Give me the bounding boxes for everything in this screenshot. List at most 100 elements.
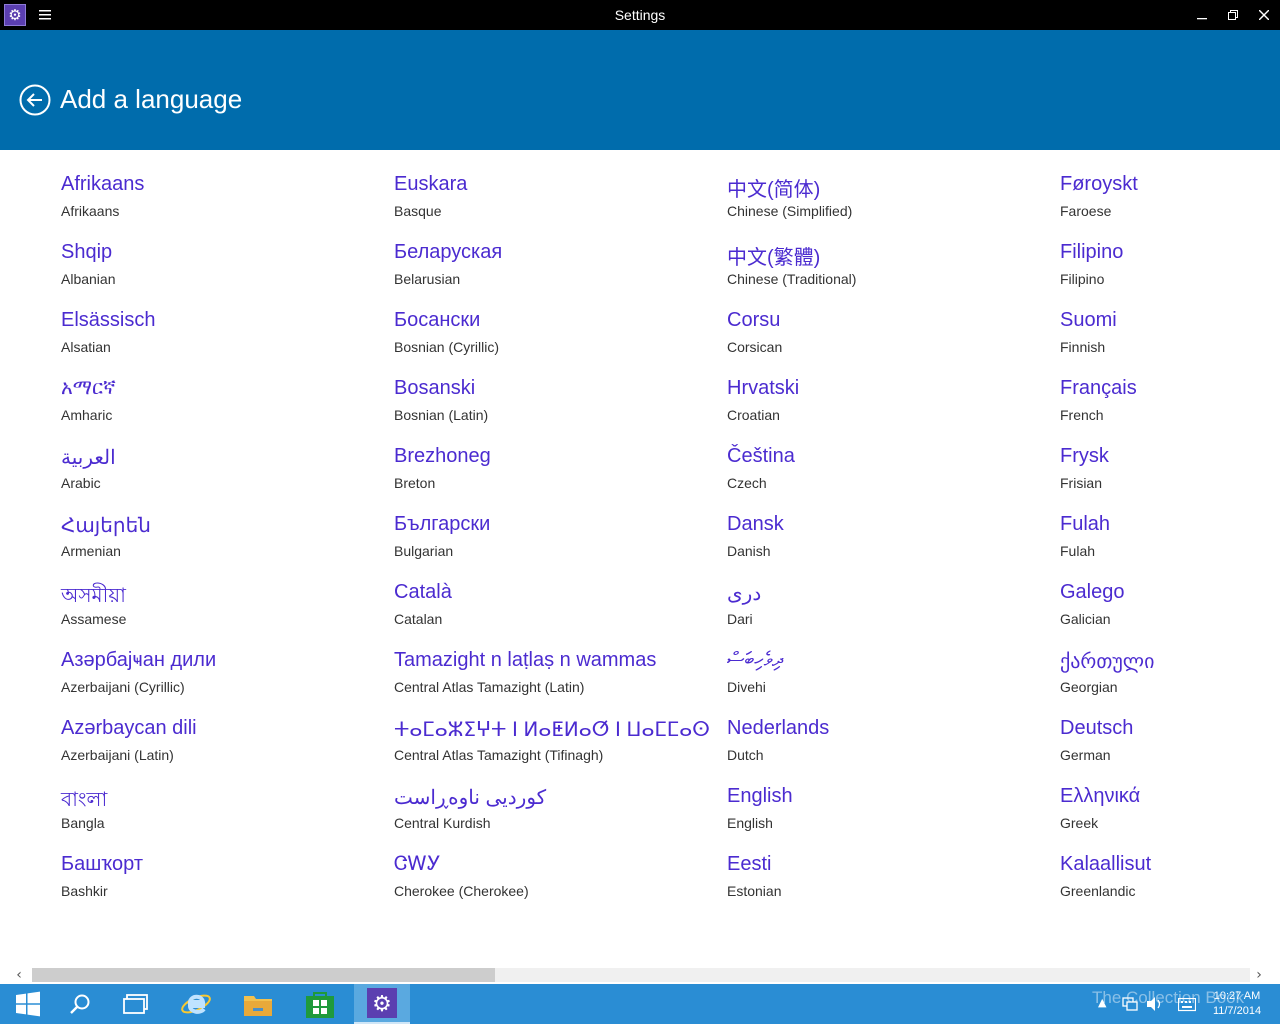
language-item[interactable]: Башҡорт Bashkir xyxy=(61,830,361,899)
language-item[interactable]: Беларуская Belarusian xyxy=(394,218,694,287)
scroll-left-icon[interactable]: ‹ xyxy=(12,967,26,983)
minimize-button[interactable] xyxy=(1192,6,1212,24)
language-item[interactable]: Hrvatski Croatian xyxy=(727,354,1027,423)
language-native-name: Eesti xyxy=(727,853,772,875)
language-native-name: Tamazight n laṭlaṣ n wammas xyxy=(394,649,657,671)
language-item[interactable]: Čeština Czech xyxy=(727,422,1027,491)
internet-explorer-icon[interactable] xyxy=(168,984,224,1024)
window-title: Settings xyxy=(614,7,666,23)
language-native-name: Dansk xyxy=(727,513,784,535)
language-item[interactable]: 中文(简体) Chinese (Simplified) xyxy=(727,150,1027,219)
language-english-name: Bulgarian xyxy=(394,543,454,559)
language-item[interactable]: ⵜⴰⵎⴰⵣⵉⵖⵜ ⵏ ⵍⴰⵟⵍⴰⵚ ⵏ ⵡⴰⵎⵎⴰⵙ Central Atlas … xyxy=(394,694,710,763)
language-item[interactable]: Euskara Basque xyxy=(394,150,694,219)
language-item[interactable]: Dansk Danish xyxy=(727,490,1027,559)
language-item[interactable]: 中文(繁體) Chinese (Traditional) xyxy=(727,218,1027,287)
language-english-name: Filipino xyxy=(1060,271,1105,287)
language-item[interactable]: Азәрбајҹан дили Azerbaijani (Cyrillic) xyxy=(61,626,361,695)
language-english-name: English xyxy=(727,815,773,831)
language-item[interactable]: Български Bulgarian xyxy=(394,490,694,559)
language-item[interactable]: Afrikaans Afrikaans xyxy=(61,150,361,219)
language-english-name: Bangla xyxy=(61,815,105,831)
language-native-name: 中文(简体) xyxy=(727,179,821,201)
language-native-name: Беларуская xyxy=(394,241,503,263)
language-item[interactable]: Føroyskt Faroese xyxy=(1060,150,1280,219)
scroll-right-icon[interactable]: › xyxy=(1252,967,1266,983)
language-item[interactable]: Français French xyxy=(1060,354,1280,423)
language-item[interactable]: Босански Bosnian (Cyrillic) xyxy=(394,286,694,355)
language-native-name: ދިވެހިބަސް xyxy=(727,649,783,671)
taskbar-clock[interactable]: 10:27 AM 11/7/2014 xyxy=(1208,989,1266,1019)
language-item[interactable]: Filipino Filipino xyxy=(1060,218,1280,287)
language-item[interactable]: Deutsch German xyxy=(1060,694,1280,763)
language-item[interactable]: Eesti Estonian xyxy=(727,830,1027,899)
language-native-name: Hrvatski xyxy=(727,377,800,399)
close-button[interactable] xyxy=(1254,6,1274,24)
language-item[interactable]: Frysk Frisian xyxy=(1060,422,1280,491)
language-item[interactable]: Nederlands Dutch xyxy=(727,694,1027,763)
language-item[interactable]: Azərbaycan dili Azerbaijani (Latin) xyxy=(61,694,361,763)
language-item[interactable]: کوردیی ناوەڕاست Central Kurdish xyxy=(394,762,694,831)
language-item[interactable]: English English xyxy=(727,762,1027,831)
language-item[interactable]: Tamazight n laṭlaṣ n wammas Central Atlas… xyxy=(394,626,694,695)
keyboard-icon[interactable] xyxy=(1177,997,1197,1016)
language-item[interactable]: ދިވެހިބަސް Divehi xyxy=(727,626,1027,695)
language-english-name: Fulah xyxy=(1060,543,1096,559)
network-icon[interactable] xyxy=(1122,996,1138,1016)
volume-icon[interactable] xyxy=(1146,996,1164,1016)
language-item[interactable]: Suomi Finnish xyxy=(1060,286,1280,355)
language-item[interactable]: Corsu Corsican xyxy=(727,286,1027,355)
language-item[interactable]: Kalaallisut Greenlandic xyxy=(1060,830,1280,899)
language-item[interactable]: درى Dari xyxy=(727,558,1027,627)
language-native-name: Bosanski xyxy=(394,377,476,399)
language-item[interactable]: অসমীয়া Assamese xyxy=(61,558,361,627)
horizontal-scrollbar[interactable]: ‹ › xyxy=(0,966,1280,984)
language-english-name: Central Kurdish xyxy=(394,815,491,831)
language-item[interactable]: Ελληνικά Greek xyxy=(1060,762,1280,831)
language-english-name: Divehi xyxy=(727,679,766,695)
language-native-name: Elsässisch xyxy=(61,309,156,331)
language-english-name: Czech xyxy=(727,475,767,491)
language-item[interactable]: አማርኛ Amharic xyxy=(61,354,361,423)
language-native-name: Азәрбајҹан дили xyxy=(61,649,217,671)
language-item[interactable]: Català Catalan xyxy=(394,558,694,627)
language-native-name: ქართული xyxy=(1060,651,1155,673)
language-item[interactable]: العربية Arabic xyxy=(61,422,361,491)
language-item[interactable]: বাংলা Bangla xyxy=(61,762,361,831)
language-native-name: Français xyxy=(1060,377,1137,399)
language-english-name: Cherokee (Cherokee) xyxy=(394,883,529,899)
language-item[interactable]: Fulah Fulah xyxy=(1060,490,1280,559)
windows-start-icon[interactable] xyxy=(0,984,56,1024)
settings-icon[interactable]: ⚙ xyxy=(354,984,410,1024)
language-item[interactable]: Elsässisch Alsatian xyxy=(61,286,361,355)
language-item[interactable]: ᏣᎳᎩ Cherokee (Cherokee) xyxy=(394,830,694,899)
language-item[interactable]: Shqip Albanian xyxy=(61,218,361,287)
store-icon[interactable] xyxy=(292,984,348,1024)
language-english-name: Azerbaijani (Cyrillic) xyxy=(61,679,185,695)
language-item[interactable]: Հայերեն Armenian xyxy=(61,490,361,559)
language-native-name: Босански xyxy=(394,309,481,331)
language-english-name: Finnish xyxy=(1060,339,1106,355)
task-view-icon[interactable] xyxy=(108,984,164,1024)
search-icon[interactable] xyxy=(52,984,108,1024)
language-item[interactable]: Brezhoneg Breton xyxy=(394,422,694,491)
language-english-name: Greek xyxy=(1060,815,1099,831)
clock-time: 10:27 AM xyxy=(1213,990,1261,1002)
language-item[interactable]: ქართული Georgian xyxy=(1060,626,1280,695)
restore-button[interactable] xyxy=(1223,6,1243,24)
language-item[interactable]: Bosanski Bosnian (Latin) xyxy=(394,354,694,423)
language-english-name: German xyxy=(1060,747,1111,763)
show-hidden-icons-icon[interactable]: ▲ xyxy=(1098,996,1106,1009)
language-english-name: Belarusian xyxy=(394,271,461,287)
language-native-name: Euskara xyxy=(394,173,468,195)
file-explorer-icon[interactable] xyxy=(230,984,286,1024)
language-native-name: Ελληνικά xyxy=(1060,785,1141,807)
language-english-name: Bosnian (Cyrillic) xyxy=(394,339,500,355)
scrollbar-thumb[interactable] xyxy=(32,968,495,982)
language-english-name: Central Atlas Tamazight (Latin) xyxy=(394,679,585,695)
language-english-name: Chinese (Simplified) xyxy=(727,203,853,219)
language-native-name: Kalaallisut xyxy=(1060,853,1152,875)
back-arrow-circle-icon[interactable] xyxy=(19,84,51,116)
language-item[interactable]: Galego Galician xyxy=(1060,558,1280,627)
clock-date: 11/7/2014 xyxy=(1212,1005,1262,1017)
